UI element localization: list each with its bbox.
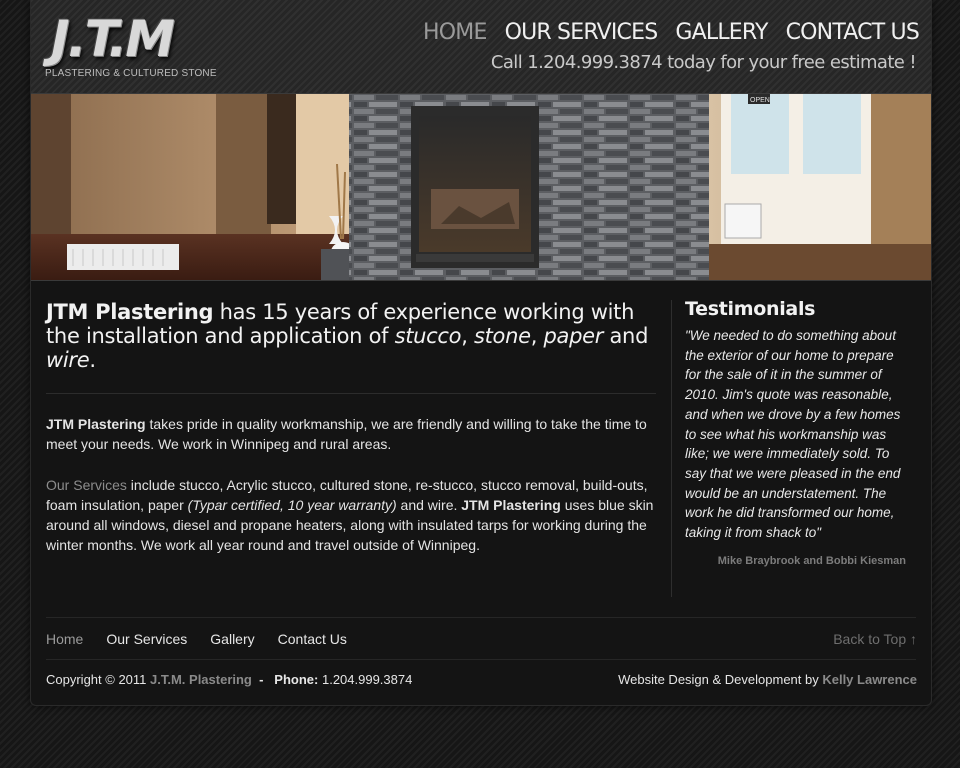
intro-company: JTM Plastering: [46, 300, 214, 324]
site-header: J.T.M PLASTERING & CULTURED STONE HOME O…: [31, 0, 931, 94]
intro-stone: stone: [473, 324, 531, 348]
about-paragraph: JTM Plastering takes pride in quality wo…: [46, 414, 661, 454]
nav-home[interactable]: HOME: [423, 20, 487, 45]
back-to-top-link[interactable]: Back to Top ↑: [833, 631, 917, 647]
services-paragraph: Our Services include stucco, Acrylic stu…: [46, 475, 661, 555]
footer-nav-contact-us[interactable]: Contact Us: [278, 631, 347, 647]
copyright: Copyright © 2011 J.T.M. Plastering - Pho…: [46, 672, 412, 687]
main-nav: HOME OUR SERVICES GALLERY CONTACT US: [423, 20, 920, 45]
main-content: JTM Plastering has 15 years of experienc…: [46, 300, 656, 372]
intro-text-2: and: [603, 324, 649, 348]
footer-nav-home[interactable]: Home: [46, 631, 83, 647]
header-tagline: Call 1.204.999.3874 today for your free …: [490, 52, 917, 73]
designer-link[interactable]: Kelly Lawrence: [822, 672, 917, 687]
intro-stucco: stucco: [394, 324, 462, 348]
content-divider: [46, 393, 656, 394]
copyright-sep: -: [251, 672, 271, 687]
intro-paper: paper: [543, 324, 604, 348]
phone-number: 1.204.999.3874: [318, 672, 413, 687]
site-logo[interactable]: J.T.M PLASTERING & CULTURED STONE: [45, 10, 217, 84]
testimonial-author: Mike Braybrook and Bobbi Kiesman: [717, 554, 906, 567]
intro-heading: JTM Plastering has 15 years of experienc…: [46, 300, 656, 372]
phone-label: Phone:: [274, 672, 319, 687]
our-services-link[interactable]: Our Services: [46, 477, 127, 493]
testimonials-title: Testimonials: [685, 298, 816, 320]
testimonial-quote: "We needed to do something about the ext…: [685, 328, 901, 541]
footer-divider-top: [46, 617, 916, 618]
p2-company: JTM Plastering: [461, 497, 561, 513]
testimonials-panel: Testimonials "We needed to do something …: [685, 298, 910, 567]
footer-nav-gallery[interactable]: Gallery: [210, 631, 254, 647]
intro-sep-1: ,: [461, 324, 474, 348]
hero-image: OPEN: [31, 94, 931, 281]
company-link[interactable]: J.T.M. Plastering: [150, 672, 252, 687]
intro-sep-2: ,: [530, 324, 544, 348]
nav-gallery[interactable]: GALLERY: [675, 20, 768, 45]
p1-company: JTM Plastering: [46, 416, 146, 432]
copyright-text: Copyright © 2011: [46, 672, 151, 687]
intro-wire: wire: [46, 348, 90, 372]
footer-nav: Home Our Services Gallery Contact Us: [46, 631, 347, 647]
nav-contact-us[interactable]: CONTACT US: [786, 20, 920, 45]
intro-end: .: [89, 348, 96, 372]
open-sign-text: OPEN: [750, 97, 770, 104]
page-container: J.T.M PLASTERING & CULTURED STONE HOME O…: [30, 0, 932, 706]
sidebar-divider: [671, 300, 672, 597]
footer-nav-our-services[interactable]: Our Services: [106, 631, 187, 647]
p2-warranty: (Typar certified, 10 year warranty): [187, 497, 397, 513]
logo-mark: J.T.M: [51, 10, 175, 68]
logo-tagline: PLASTERING & CULTURED STONE: [45, 68, 217, 79]
footer-divider-bottom: [46, 659, 916, 660]
nav-our-services[interactable]: OUR SERVICES: [505, 20, 659, 45]
site-credit: Website Design & Development by Kelly La…: [618, 672, 917, 687]
p2-text-2: and wire.: [396, 497, 462, 513]
credit-text: Website Design & Development by: [618, 672, 823, 687]
